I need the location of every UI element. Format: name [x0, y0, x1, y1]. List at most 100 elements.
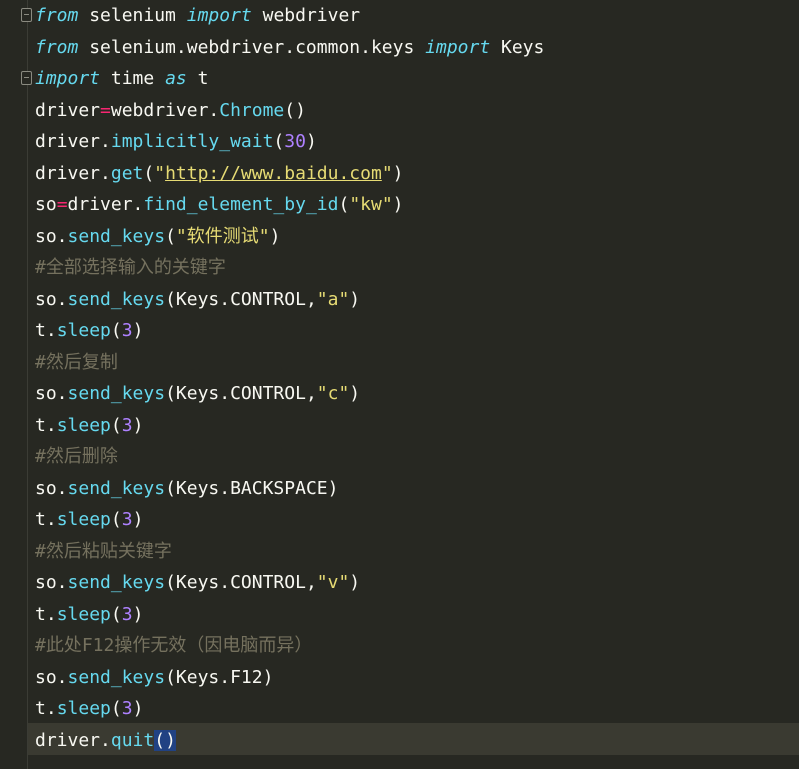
code-token: import — [35, 68, 101, 89]
code-line[interactable]: driver.quit() — [35, 725, 176, 756]
code-token: 3 — [121, 603, 133, 625]
code-token: ( — [110, 603, 122, 625]
code-line[interactable]: so.send_keys(Keys.CONTROL,"c") — [35, 378, 360, 409]
code-token: selenium.webdriver.common.keys — [78, 36, 426, 58]
code-token: get — [110, 162, 144, 184]
code-token: t — [186, 68, 209, 89]
code-token: Keys — [490, 36, 545, 58]
code-token: "a" — [316, 288, 350, 310]
code-token: "软件测试" — [175, 225, 270, 247]
code-token: send_keys — [67, 572, 166, 593]
code-token: ) — [132, 414, 144, 436]
code-line[interactable]: driver.implicitly_wait(30) — [35, 126, 317, 157]
code-token: 3 — [121, 414, 133, 436]
code-token: ( — [143, 162, 155, 184]
code-token: () — [284, 99, 306, 121]
code-token: send_keys — [67, 477, 166, 499]
code-line[interactable]: so=driver.find_element_by_id("kw") — [35, 189, 404, 220]
code-token: as — [165, 68, 187, 89]
code-token: = — [56, 194, 68, 215]
code-line[interactable]: #全部选择输入的关键字 — [35, 252, 226, 283]
code-token: ( — [110, 509, 122, 530]
code-token: ) — [349, 288, 361, 310]
code-token: ) — [349, 383, 361, 404]
code-token: so. — [35, 288, 68, 310]
code-token: 3 — [121, 320, 133, 341]
code-token: implicitly_wait — [110, 131, 274, 152]
code-token: ) — [349, 572, 361, 593]
code-token: webdriver — [251, 5, 361, 26]
code-token: send_keys — [67, 225, 166, 247]
code-token: ) — [132, 603, 144, 625]
code-token: t. — [35, 603, 57, 625]
code-token: driver. — [67, 194, 144, 215]
code-token: (Keys.CONTROL, — [165, 383, 317, 404]
code-token: driver. — [35, 729, 111, 751]
code-token: webdriver. — [110, 99, 220, 121]
editor-gutter-divider — [27, 0, 28, 769]
code-token: send_keys — [67, 288, 166, 310]
code-line[interactable]: #然后粘贴关键字 — [35, 536, 172, 567]
code-line[interactable]: t.sleep(3) — [35, 599, 143, 630]
code-token: #全部选择输入的关键字 — [35, 257, 226, 278]
code-token: #然后粘贴关键字 — [35, 540, 172, 562]
code-line[interactable]: #然后删除 — [35, 441, 118, 472]
code-token: ) — [132, 509, 144, 530]
code-line[interactable]: t.sleep(3) — [35, 410, 143, 441]
code-token: ( — [110, 698, 122, 719]
code-token: sleep — [56, 509, 111, 530]
code-line[interactable]: so.send_keys(Keys.F12) — [35, 662, 273, 693]
code-token: from — [35, 5, 79, 26]
code-line[interactable]: import time as t — [35, 63, 208, 94]
code-token: driver. — [35, 131, 111, 152]
code-token: ) — [132, 698, 144, 719]
fold-marker-icon[interactable] — [21, 71, 32, 85]
code-token: find_element_by_id — [143, 194, 339, 215]
code-line[interactable]: #然后复制 — [35, 347, 118, 378]
code-token: = — [100, 99, 111, 121]
code-token: ( — [273, 131, 285, 152]
code-token: quit — [110, 729, 155, 751]
code-token: ) — [392, 162, 404, 184]
code-token: so. — [35, 477, 68, 499]
code-token: t. — [35, 414, 57, 436]
code-line[interactable]: t.sleep(3) — [35, 315, 143, 346]
code-token: driver — [35, 99, 101, 121]
code-token: from — [35, 36, 79, 58]
code-line[interactable]: so.send_keys(Keys.CONTROL,"v") — [35, 567, 360, 598]
code-line[interactable]: t.sleep(3) — [35, 504, 143, 535]
code-line[interactable]: t.sleep(3) — [35, 693, 143, 724]
code-token: so. — [35, 225, 68, 247]
code-token: ( — [338, 194, 350, 215]
code-token: ) — [269, 225, 281, 247]
code-token: ) — [392, 194, 404, 215]
code-token: t. — [35, 509, 57, 530]
code-line[interactable]: #此处F12操作无效（因电脑而异） — [35, 630, 312, 661]
code-token: " — [381, 162, 393, 184]
code-token: 30 — [284, 131, 306, 152]
code-line[interactable]: driver=webdriver.Chrome() — [35, 95, 306, 126]
code-token: "kw" — [349, 194, 393, 215]
code-token: #此处F12操作无效（因电脑而异） — [35, 635, 313, 656]
code-line[interactable]: from selenium.webdriver.common.keys impo… — [35, 32, 544, 63]
code-token: #然后删除 — [35, 446, 118, 467]
code-token: ) — [165, 729, 176, 751]
code-line[interactable]: so.send_keys(Keys.BACKSPACE) — [35, 473, 338, 504]
code-line[interactable]: so.send_keys(Keys.CONTROL,"a") — [35, 284, 360, 315]
code-token: "c" — [316, 383, 350, 404]
code-line[interactable]: from selenium import webdriver — [35, 0, 360, 31]
fold-marker-icon[interactable] — [21, 8, 32, 22]
code-token: t. — [35, 320, 57, 341]
code-token: http://www.baidu.com — [165, 162, 382, 184]
code-line[interactable]: so.send_keys("软件测试") — [35, 221, 280, 252]
code-line[interactable]: driver.get("http://www.baidu.com") — [35, 158, 404, 189]
code-token: ( — [165, 225, 176, 247]
code-token: so. — [35, 383, 68, 404]
code-token: send_keys — [67, 383, 166, 404]
code-token: t. — [35, 698, 57, 719]
code-token: " — [154, 162, 166, 184]
code-token: sleep — [56, 603, 111, 625]
code-token: ( — [110, 414, 122, 436]
code-token: 3 — [121, 509, 133, 530]
code-token: Chrome — [219, 99, 285, 121]
